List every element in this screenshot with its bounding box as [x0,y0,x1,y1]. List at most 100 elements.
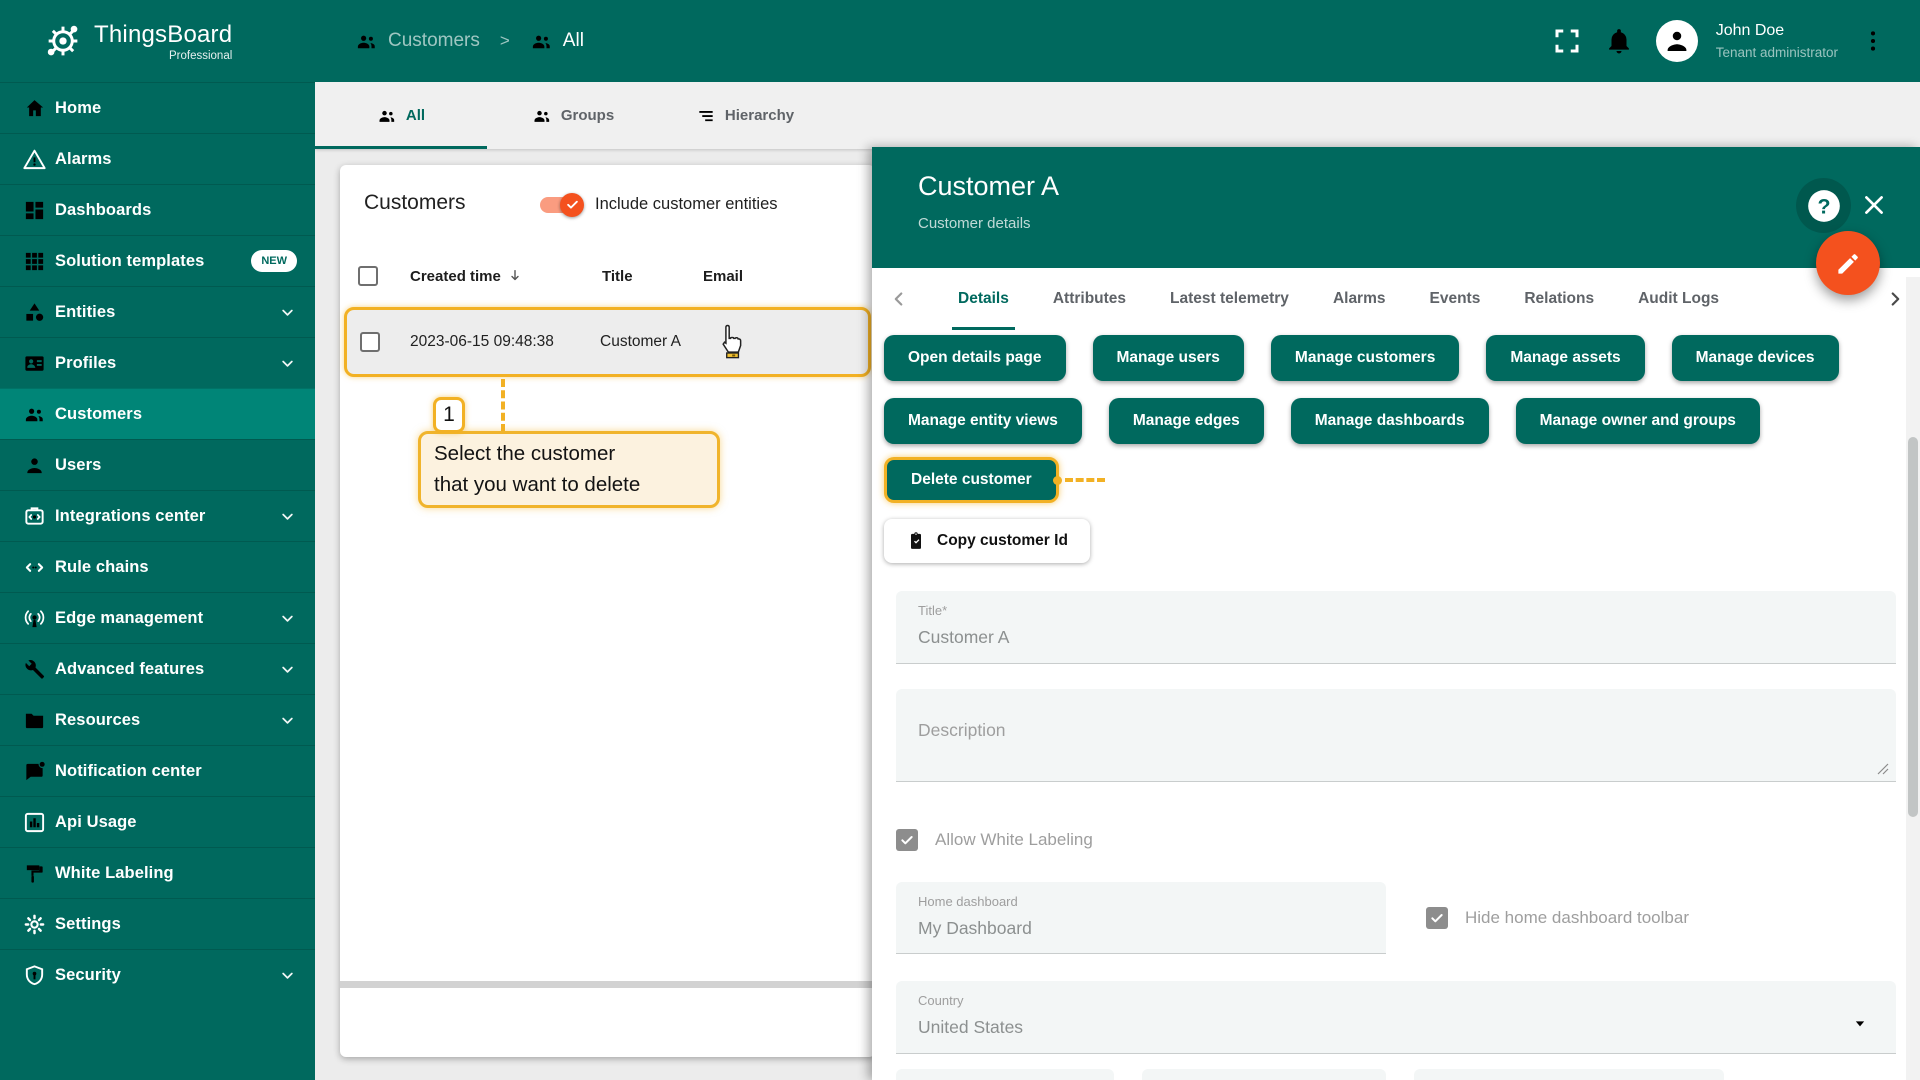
panel-subtitle: Customer details [918,215,1920,232]
horizontal-scrollbar[interactable] [340,981,875,988]
check-icon [1429,910,1445,926]
hide-toolbar-row: Hide home dashboard toolbar [1426,907,1689,929]
breadcrumb-customers[interactable]: Customers [355,30,480,53]
sidebar-item-rule-chains[interactable]: Rule chains [0,541,315,592]
delete-customer-button[interactable]: Delete customer [884,457,1059,503]
sidebar: ThingsBoard Professional Home Alarms Das… [0,0,315,1080]
country-value: United States [918,1017,1874,1053]
rule-chain-icon [23,556,46,579]
home-dashboard-row: Home dashboard My Dashboard Hide home da… [896,882,1896,954]
hide-home-dashboard-toolbar-checkbox[interactable] [1426,907,1448,929]
sidebar-item-edge-management[interactable]: Edge management [0,592,315,643]
help-button[interactable] [1796,178,1851,233]
sidebar-item-users[interactable]: Users [0,439,315,490]
sidebar-item-integrations-center[interactable]: Integrations center [0,490,315,541]
sidebar-item-entities[interactable]: Entities [0,286,315,337]
customer-details-form: Title* Customer A Description Allow Whit… [872,591,1920,1080]
sidebar-item-api-usage[interactable]: Api Usage [0,796,315,847]
sidebar-item-label: Alarms [55,150,112,169]
category-shapes-icon [23,301,46,324]
sort-descending-icon[interactable] [507,268,523,284]
panel-tab-latest-telemetry[interactable]: Latest telemetry [1170,268,1289,330]
customer-details-panel: Customer A Customer details Details Attr… [872,147,1920,1080]
manage-owner-and-groups-button[interactable]: Manage owner and groups [1516,398,1760,444]
sidebar-item-notification-center[interactable]: Notification center [0,745,315,796]
description-field[interactable]: Description [896,689,1896,782]
tabs-scroll-right-icon[interactable] [1884,288,1906,310]
annotation-step-1-badge: 1 [433,397,465,433]
home-dashboard-field[interactable]: Home dashboard My Dashboard [896,882,1386,954]
sidebar-item-settings[interactable]: Settings [0,898,315,949]
breadcrumb-customers-label: Customers [388,30,480,52]
panel-scrollbar-thumb[interactable] [1908,437,1918,817]
manage-dashboards-button[interactable]: Manage dashboards [1291,398,1489,444]
sidebar-item-profiles[interactable]: Profiles [0,337,315,388]
sidebar-item-resources[interactable]: Resources [0,694,315,745]
country-select[interactable]: Country United States [896,981,1896,1054]
column-header-title[interactable]: Title [602,268,703,285]
select-all-checkbox[interactable] [358,266,378,286]
tab-hierarchy[interactable]: Hierarchy [659,82,831,149]
mouse-hand-cursor [715,323,745,359]
table-row-customer-a[interactable]: 2023-06-15 09:48:38 Customer A [344,307,871,377]
tab-groups[interactable]: Groups [487,82,659,149]
sidebar-item-dashboards[interactable]: Dashboards [0,184,315,235]
sidebar-item-label: Notification center [55,762,202,781]
panel-tab-bar: Details Attributes Latest telemetry Alar… [872,268,1920,330]
panel-tab-relations[interactable]: Relations [1524,268,1594,330]
sidebar-item-label: Api Usage [55,813,137,832]
row-checkbox[interactable] [360,332,380,352]
sidebar-item-solution-templates[interactable]: Solution templates NEW [0,235,315,286]
shield-icon [23,964,46,987]
column-header-email[interactable]: Email [703,268,823,285]
chevron-down-icon [278,711,297,730]
user-info[interactable]: John Doe Tenant administrator [1716,21,1838,60]
fullscreen-icon[interactable] [1552,26,1582,56]
panel-tab-events[interactable]: Events [1430,268,1481,330]
open-details-page-button[interactable]: Open details page [884,335,1066,381]
manage-assets-button[interactable]: Manage assets [1486,335,1644,381]
manage-customers-button[interactable]: Manage customers [1271,335,1459,381]
notifications-bell-icon[interactable] [1604,26,1634,56]
avatar[interactable] [1656,20,1698,62]
panel-scrollbar-track[interactable] [1906,277,1920,1080]
sidebar-item-label: Integrations center [55,507,205,526]
panel-tab-attributes[interactable]: Attributes [1053,268,1126,330]
sidebar-item-white-labeling[interactable]: White Labeling [0,847,315,898]
sidebar-item-home[interactable]: Home [0,82,315,133]
more-menu-dots-icon[interactable] [1860,26,1886,56]
manage-entity-views-button[interactable]: Manage entity views [884,398,1082,444]
annotation-connector-1 [501,379,505,432]
manage-edges-button[interactable]: Manage edges [1109,398,1264,444]
panel-tab-audit-logs[interactable]: Audit Logs [1638,268,1719,330]
copy-customer-id-button[interactable]: Copy customer Id [884,519,1090,563]
panel-tab-details[interactable]: Details [958,268,1009,330]
breadcrumb: Customers > All [355,30,584,53]
allow-white-labeling-checkbox[interactable] [896,829,918,851]
antenna-icon [23,607,46,630]
close-icon[interactable] [1860,191,1888,219]
sidebar-item-label: Profiles [55,354,116,373]
logo[interactable]: ThingsBoard Professional [0,0,315,82]
manage-devices-button[interactable]: Manage devices [1672,335,1839,381]
column-header-created-time[interactable]: Created time [410,268,570,285]
edit-fab-button[interactable] [1816,231,1880,295]
panel-tab-alarms[interactable]: Alarms [1333,268,1386,330]
manage-users-button[interactable]: Manage users [1093,335,1244,381]
resize-handle-icon[interactable] [1877,763,1889,775]
include-customer-entities-toggle[interactable] [540,197,580,213]
tabs-scroll-left-icon[interactable] [888,288,910,310]
app-edition: Professional [169,50,232,62]
sidebar-item-customers[interactable]: Customers [0,388,315,439]
badge-card-icon [23,352,46,375]
sidebar-item-advanced-features[interactable]: Advanced features [0,643,315,694]
people-icon [377,106,397,126]
chevron-down-icon [278,609,297,628]
sidebar-item-security[interactable]: Security [0,949,315,1000]
bar-chart-icon [23,811,46,834]
sidebar-item-alarms[interactable]: Alarms [0,133,315,184]
title-field[interactable]: Title* Customer A [896,591,1896,664]
question-mark-icon [1805,187,1843,225]
tab-all[interactable]: All [315,82,487,149]
breadcrumb-all[interactable]: All [530,30,584,53]
